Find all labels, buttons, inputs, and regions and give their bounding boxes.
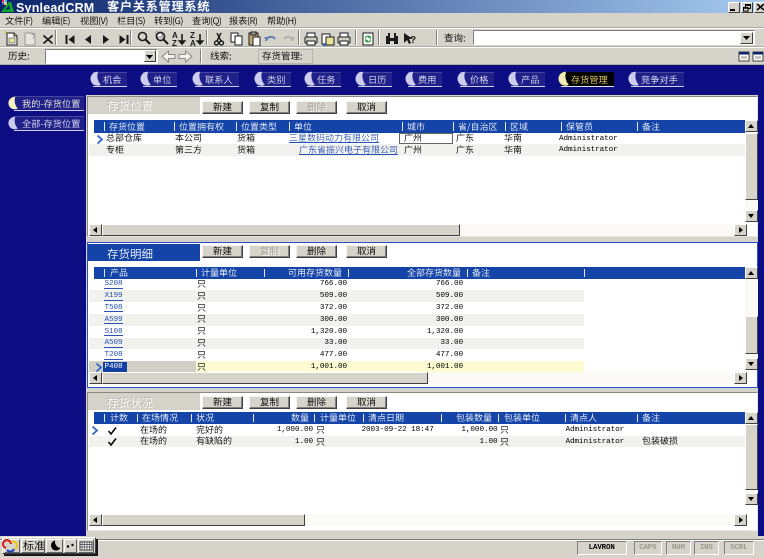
svg-text:?: ? — [410, 35, 416, 46]
svg-text:?: ? — [31, 32, 36, 41]
